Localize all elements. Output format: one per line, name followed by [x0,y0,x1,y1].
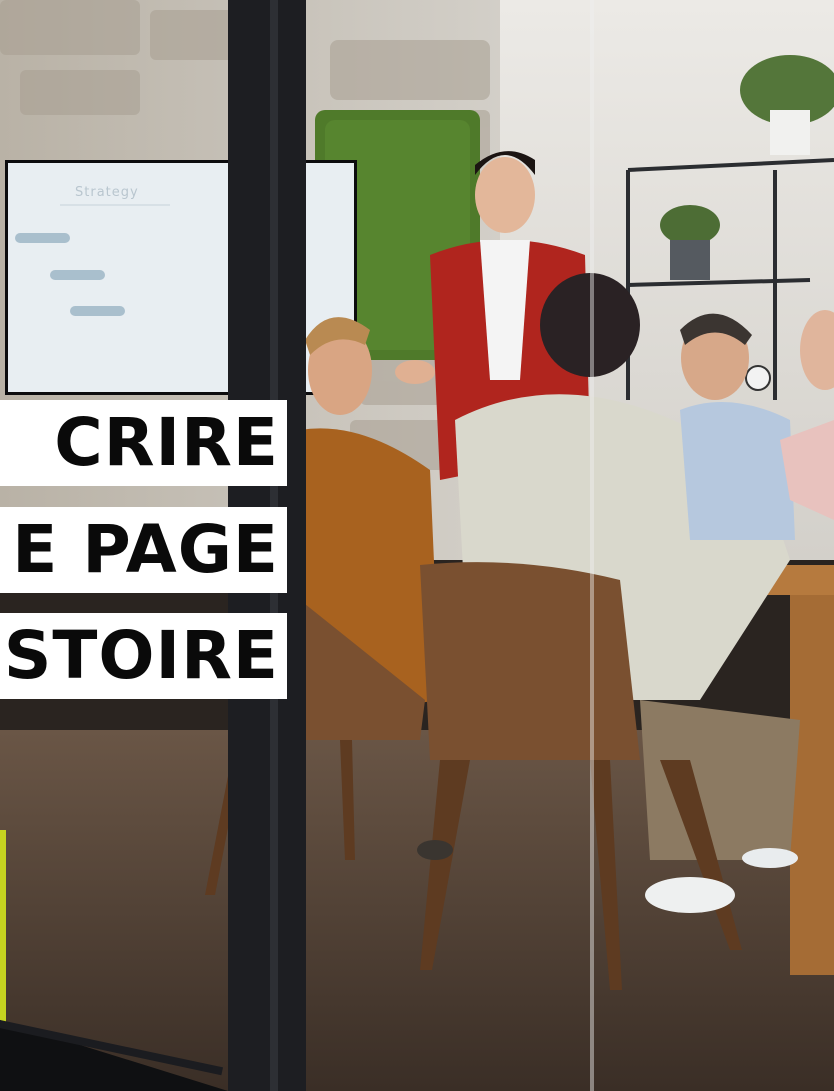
headline-line-3: STOIRE [0,613,287,699]
headline-line-1: CRIRE [0,400,287,486]
headline-text-1: CRIRE [54,404,279,481]
glass-edge [590,0,594,1091]
headline-line-2: E PAGE [0,507,287,593]
headline-text-3: STOIRE [3,617,279,694]
tv-screen-title: Strategy [75,185,139,200]
photo-scene: Strategy CRIRE E PAGE STOIRE [0,0,834,1091]
plant-shelf [660,205,720,245]
headline-text-2: E PAGE [12,511,279,588]
